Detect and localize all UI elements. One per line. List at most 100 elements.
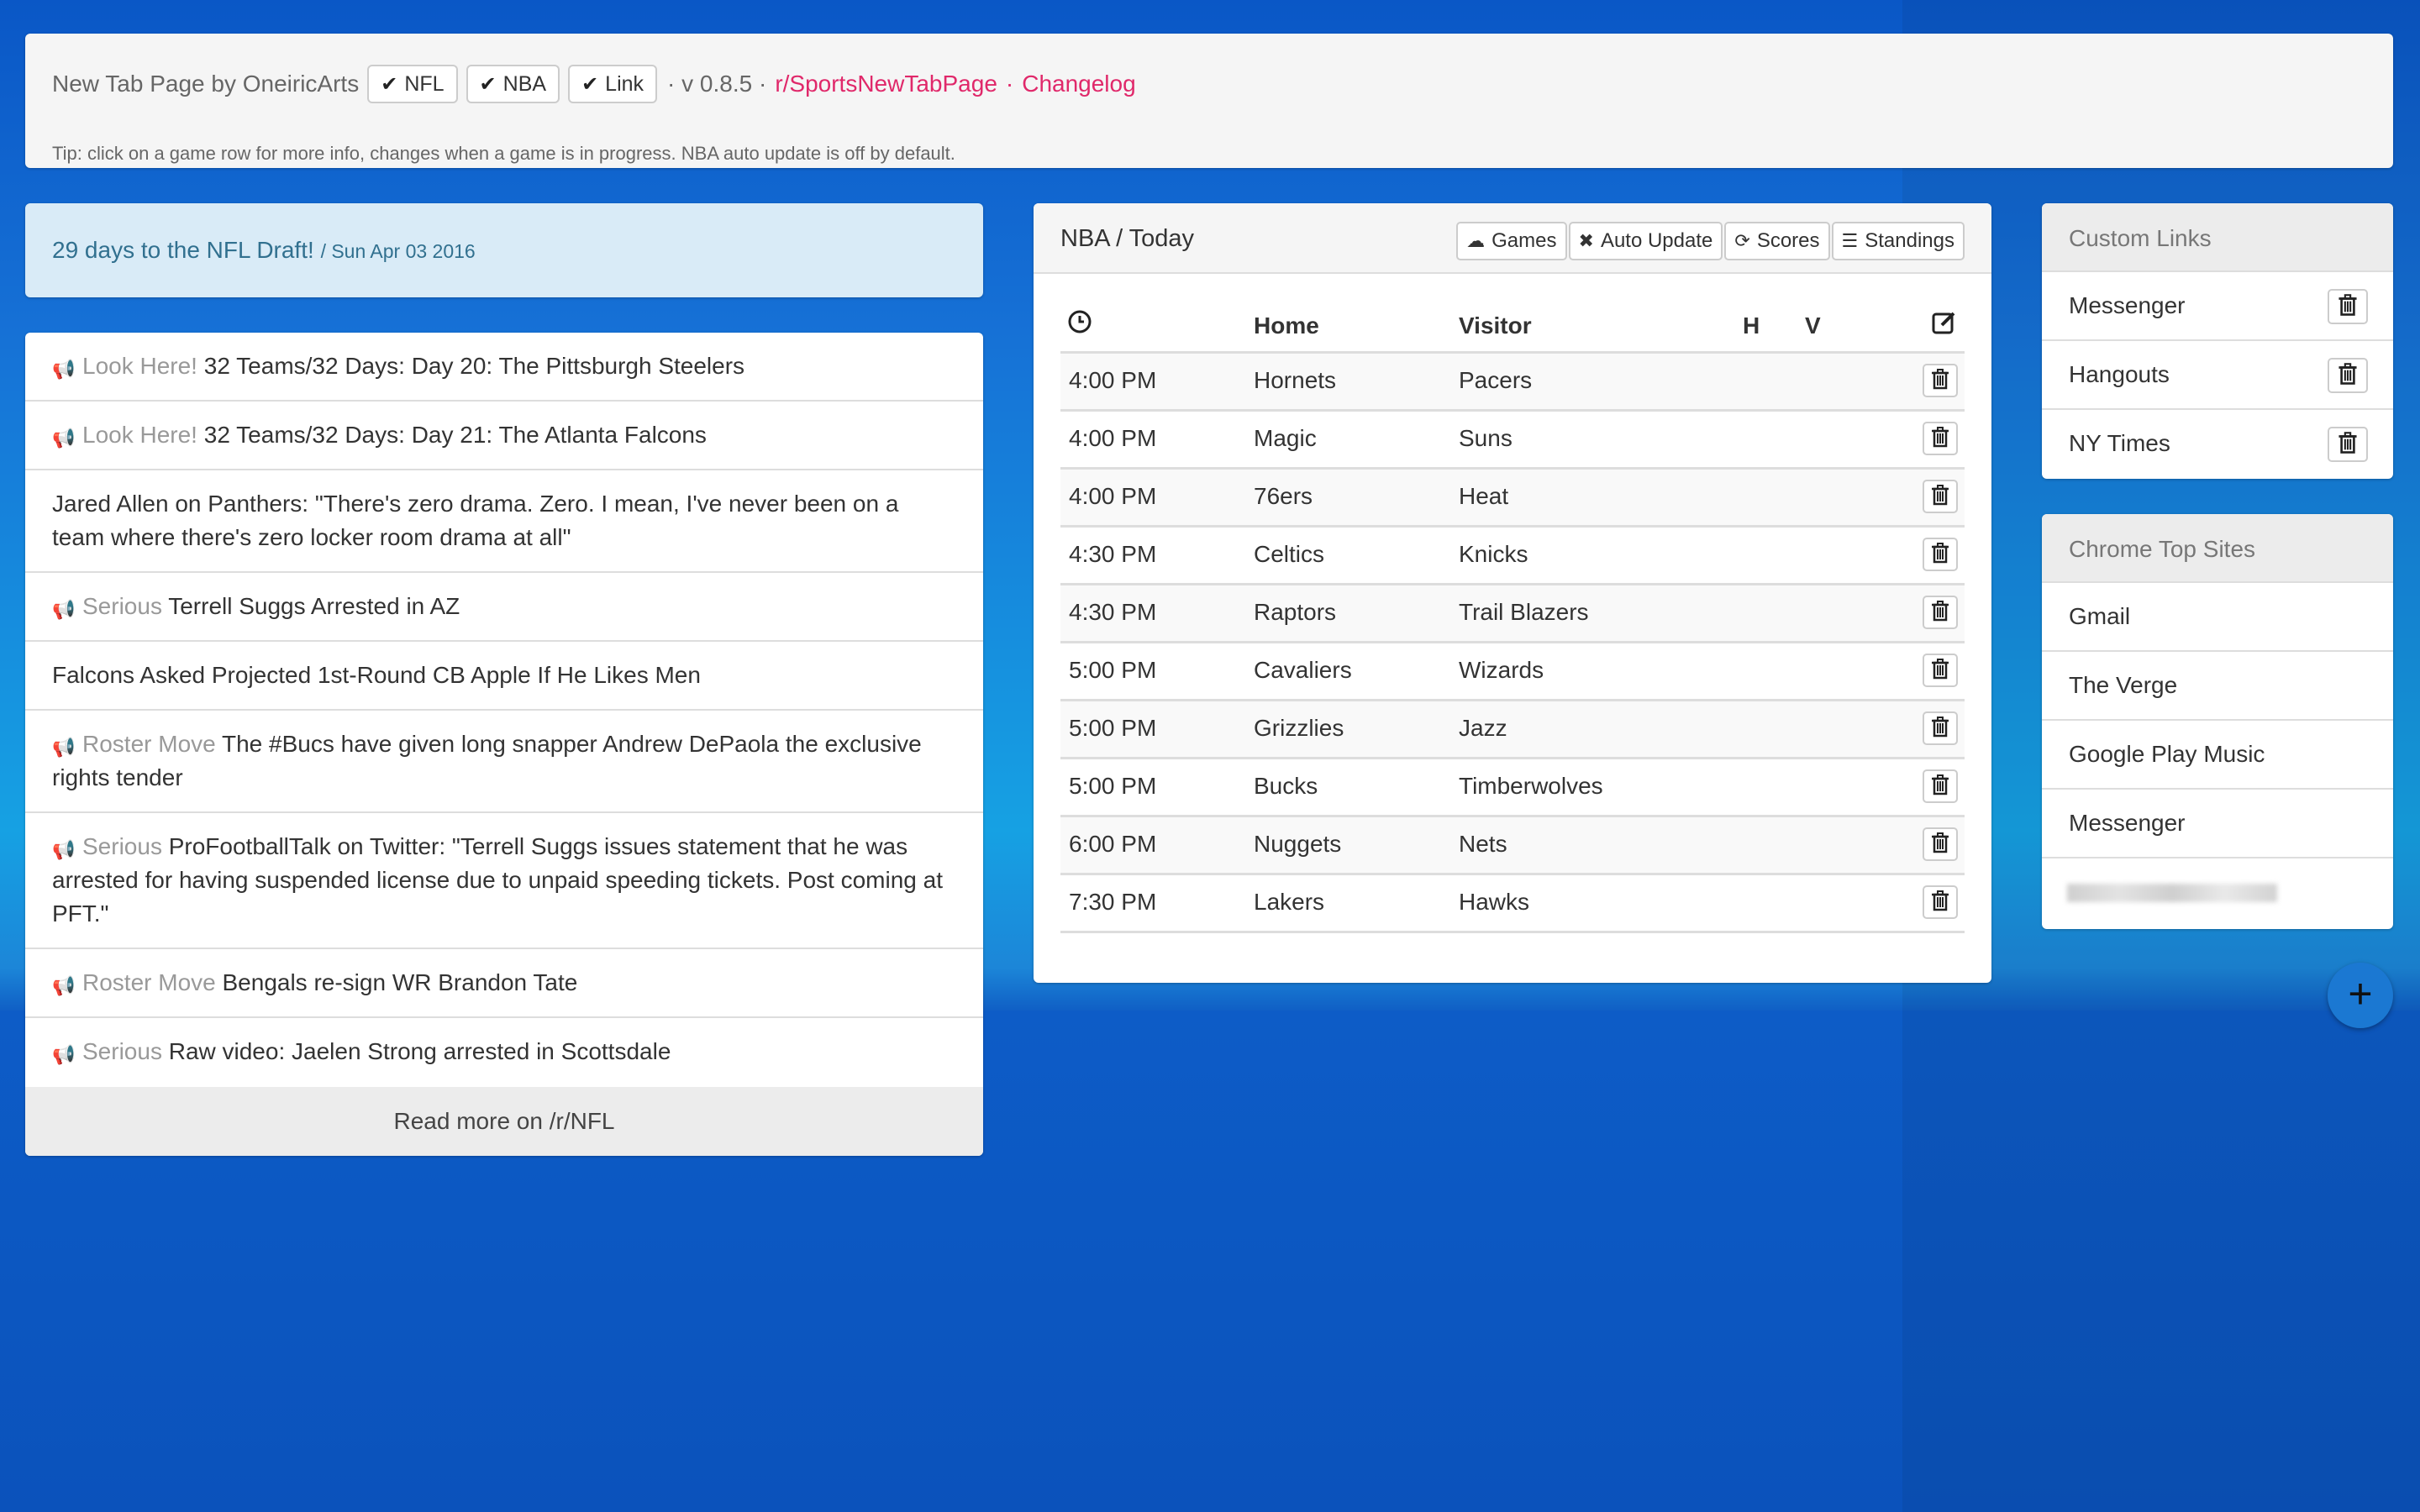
game-time: 4:30 PM [1069,599,1157,625]
check-icon: ✔ [581,72,599,96]
top-site-item[interactable]: The Verge [2042,652,2393,721]
trash-icon[interactable] [1923,596,1958,629]
read-more-link[interactable]: Read more on /r/NFL [25,1087,983,1156]
news-item[interactable]: 📢 Serious Raw video: Jaelen Strong arrest… [25,1018,983,1087]
blurred-label [2067,884,2277,902]
game-row[interactable]: 4:00 PM Magic Suns [1060,412,1965,470]
trash-icon[interactable] [1923,654,1958,687]
custom-link-item[interactable]: Messenger [2042,272,2393,341]
news-item[interactable]: 📢 Look Here! 32 Teams/32 Days: Day 21: Th… [25,402,983,470]
game-time: 5:00 PM [1069,657,1157,683]
games-button[interactable]: ☁ Games [1456,222,1567,260]
game-row[interactable]: 6:00 PM Nuggets Nets [1060,817,1965,875]
app-title: New Tab Page by OneiricArts [52,71,360,97]
game-row[interactable]: 4:00 PM Hornets Pacers [1060,354,1965,412]
news-item[interactable]: Falcons Asked Projected 1st-Round CB App… [25,642,983,711]
game-visitor: Pacers [1459,367,1533,393]
megaphone-icon: 📢 [52,359,76,380]
game-home: Raptors [1254,599,1337,625]
custom-link-item[interactable]: Hangouts [2042,341,2393,410]
megaphone-icon: 📢 [52,599,76,620]
add-button[interactable]: + [2328,963,2393,1028]
clock-icon [1067,309,1092,334]
game-home: Lakers [1254,889,1325,915]
game-time: 4:00 PM [1069,425,1157,451]
game-visitor: Knicks [1459,541,1528,567]
game-row[interactable]: 5:00 PM Grizzlies Jazz [1060,701,1965,759]
game-row[interactable]: 4:30 PM Celtics Knicks [1060,528,1965,585]
trash-icon[interactable] [1923,422,1958,455]
game-time: 4:30 PM [1069,541,1157,567]
refresh-icon: ⟳ [1734,230,1750,251]
game-row[interactable]: 5:00 PM Cavaliers Wizards [1060,643,1965,701]
trash-icon[interactable] [1923,538,1958,571]
game-row[interactable]: 4:00 PM 76ers Heat [1060,470,1965,528]
nba-panel: NBA / Today ☁ Games ✖ Auto Update ⟳ Scores … [1034,203,1991,983]
column-home: Home [1254,312,1319,339]
news-item[interactable]: 📢 Serious ProFootballTalk on Twitter: "Te… [25,813,983,949]
game-home: Bucks [1254,773,1318,799]
custom-links-header: Custom Links [2042,203,2393,272]
nba-title: NBA / Today [1060,225,1195,252]
game-visitor: Timberwolves [1459,773,1603,799]
check-icon: ✔ [381,72,398,96]
scores-button[interactable]: ⟳ Scores [1724,222,1830,260]
trash-icon[interactable] [1923,364,1958,397]
draft-countdown: 29 days to the NFL Draft! / Sun Apr 03 2… [52,237,476,263]
toggle-nfl[interactable]: ✔ NFL [367,65,458,103]
megaphone-icon: 📢 [52,1044,76,1065]
game-home: Magic [1254,425,1317,451]
trash-icon[interactable] [2328,427,2368,462]
game-visitor: Trail Blazers [1459,599,1589,625]
news-item[interactable]: 📢 Look Here! 32 Teams/32 Days: Day 20: Th… [25,333,983,402]
custom-link-item[interactable]: NY Times [2042,410,2393,479]
tip-text: Tip: click on a game row for more info, … [52,143,955,164]
edit-icon[interactable] [1931,309,1958,336]
cloud-download-icon: ☁ [1466,230,1486,251]
nfl-news-list: 📢 Look Here! 32 Teams/32 Days: Day 20: Th… [25,333,983,1156]
game-row[interactable]: 5:00 PM Bucks Timberwolves [1060,759,1965,817]
game-time: 4:00 PM [1069,367,1157,393]
game-home: 76ers [1254,483,1313,509]
column-v: V [1805,312,1821,339]
separator-dot: · [1005,71,1014,97]
game-row[interactable]: 7:30 PM Lakers Hawks [1060,875,1965,933]
game-visitor: Wizards [1459,657,1544,683]
game-home: Hornets [1254,367,1337,393]
top-site-item[interactable]: Messenger [2042,790,2393,858]
toggle-nba[interactable]: ✔ NBA [466,65,560,103]
game-time: 5:00 PM [1069,715,1157,741]
auto-update-button[interactable]: ✖ Auto Update [1568,222,1723,260]
header-panel: New Tab Page by OneiricArts ✔ NFL ✔ NBA ✔ L… [25,34,2393,168]
megaphone-icon: 📢 [52,737,76,758]
trash-icon[interactable] [1923,769,1958,803]
trash-icon[interactable] [1923,827,1958,861]
game-visitor: Suns [1459,425,1512,451]
top-site-item[interactable]: Google Play Music [2042,721,2393,790]
game-row[interactable]: 4:30 PM Raptors Trail Blazers [1060,585,1965,643]
top-site-item-blurred[interactable] [2042,858,2393,927]
draft-banner: 29 days to the NFL Draft! / Sun Apr 03 2… [25,203,983,297]
standings-button[interactable]: ☰ Standings [1831,222,1965,260]
news-item[interactable]: Jared Allen on Panthers: "There's zero d… [25,470,983,573]
game-visitor: Jazz [1459,715,1507,741]
trash-icon[interactable] [2328,289,2368,324]
game-home: Grizzlies [1254,715,1344,741]
toggle-link[interactable]: ✔ Link [568,65,658,103]
custom-links-panel: Custom Links Messenger Hangouts NY Times [2042,203,2393,479]
subreddit-link[interactable]: r/SportsNewTabPage [775,71,997,97]
column-h: H [1743,312,1760,339]
news-item[interactable]: 📢 Serious Terrell Suggs Arrested in AZ [25,573,983,642]
changelog-link[interactable]: Changelog [1022,71,1135,97]
check-icon: ✔ [479,72,497,96]
trash-icon[interactable] [1923,885,1958,919]
games-rows: 4:00 PM Hornets Pacers 4:00 PM Magic Suns 4:00… [1060,354,1965,933]
list-icon: ☰ [1841,230,1859,251]
news-item[interactable]: 📢 Roster Move Bengals re-sign WR Brandon … [25,949,983,1018]
top-site-item[interactable]: Gmail [2042,583,2393,652]
trash-icon[interactable] [1923,480,1958,513]
game-home: Nuggets [1254,831,1342,857]
trash-icon[interactable] [2328,358,2368,393]
news-item[interactable]: 📢 Roster Move The #Bucs have given long s… [25,711,983,813]
trash-icon[interactable] [1923,711,1958,745]
